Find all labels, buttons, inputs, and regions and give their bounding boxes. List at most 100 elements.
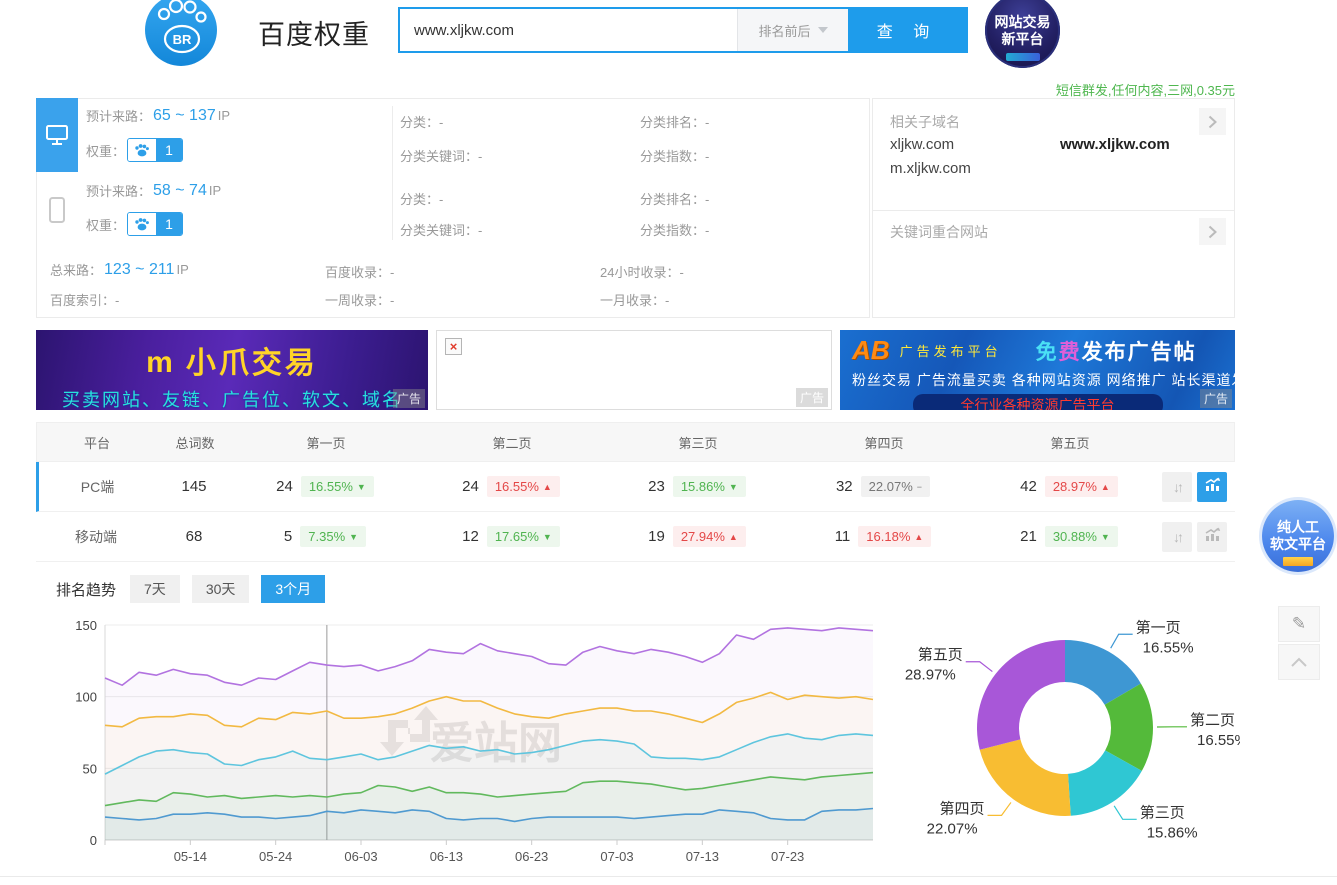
pct-badge: 16.18% ▲ [858,526,931,547]
side-panel-divider [872,210,1235,211]
pc-weight: 权重： 1 [86,138,183,162]
feedback-button[interactable]: ✎ [1278,606,1320,642]
ad-banner-xiaozhua[interactable]: m小爪交易 买卖网站、友链、广告位、软文、域名 广告 [36,330,428,410]
overview-divider [392,106,393,240]
page-count-cell: 1217.65% ▼ [418,526,604,547]
col-platform: 平台 [37,433,157,452]
mobile-platform-indicator[interactable] [36,172,78,248]
chart-toggle-button[interactable] [1197,472,1227,502]
rank-order-dropdown[interactable]: 排名前后 [737,9,848,51]
keyword-table-body: PC端1452416.55% ▼2416.55% ▲2315.86% ▼3222… [36,462,1235,562]
keyword-overlap-title: 关键词重合网站 [890,222,988,242]
trend-up-icon: ▲ [729,532,738,542]
page-count-cell: 2315.86% ▼ [604,476,790,497]
x-tick-label: 06-03 [344,849,377,864]
trend-up-icon: ▲ [543,482,552,492]
paw-logo-icon: BR [145,0,217,66]
x-tick-label: 07-23 [771,849,804,864]
baidu-index: 百度索引：- [50,290,119,309]
mobile-category: 分类：- [400,189,443,208]
donut-value: 28.97% [905,667,956,684]
sort-toggle-button[interactable]: ↓↑ [1162,522,1192,552]
svg-text:0: 0 [90,833,97,848]
site-logo[interactable]: BR [145,0,217,66]
query-button[interactable]: 查 询 [848,9,966,51]
page-count-cell: 2416.55% ▼ [232,476,418,497]
ad3-platform: 广告发布平台 [900,341,1002,360]
ad-tag: 广告 [796,388,828,407]
h24-collect: 24小时收录：- [600,262,684,281]
week-collect: 一周收录：- [325,290,394,309]
ad3-headline: 免费发布广告帖 [1036,336,1197,366]
donut-value: 15.86% [1147,824,1198,841]
trend-down-icon: ▼ [357,482,366,492]
mobile-category-rank: 分类排名：- [640,189,709,208]
svg-text:50: 50 [83,761,97,776]
back-to-top-button[interactable] [1278,644,1320,680]
platform-cell: PC端 [39,477,156,497]
pc-category-rank: 分类排名：- [640,112,709,131]
donut-label: 第三页 [1140,803,1185,821]
smartphone-icon [48,196,66,224]
subdomain-link-2[interactable]: www.xljkw.com [1060,136,1170,153]
trend-down-icon: ▼ [1101,532,1110,542]
month-collect: 一月收录：- [600,290,669,309]
monitor-icon [45,124,69,146]
related-subdomain-more-button[interactable] [1199,108,1226,135]
site-trade-badge[interactable]: 网站交易 新平台 [985,0,1060,68]
ad1-tagline: 买卖网站、友链、广告位、软文、域名 [36,386,428,410]
mobile-category-index: 分类指数：- [640,220,709,239]
table-row[interactable]: PC端1452416.55% ▼2416.55% ▲2315.86% ▼3222… [36,462,1235,512]
trend-down-icon: ▼ [543,532,552,542]
tab-30days[interactable]: 30天 [192,575,250,603]
chart-toggle-button[interactable] [1197,522,1227,552]
page-root: BR 百度权重 排名前后 查 询 网站交易 新平台 短信群发,任何内容,三网,0… [0,0,1337,885]
ad-banner-ab-platform[interactable]: AB 广告发布平台 免费发布广告帖 粉丝交易 广告流量买卖 各种网站资源 网络推… [840,330,1235,410]
pc-category-keywords: 分类关键词：- [400,146,482,165]
pc-category-index: 分类指数：- [640,146,709,165]
total-words-cell: 145 [156,478,232,495]
donut-label-line-2 [1114,806,1137,820]
pct-badge: 30.88% ▼ [1045,526,1118,547]
ad-banner-empty[interactable]: × 广告 [436,330,832,410]
ad3-footer: 全行业各种资源广告平台 [913,394,1163,410]
page-count-cell: 1116.18% ▲ [790,526,976,547]
caret-down-icon [818,27,828,33]
pc-platform-indicator[interactable] [36,98,78,172]
trend-flat-icon: − [917,482,922,492]
subdomain-link-1[interactable]: xljkw.com [890,136,954,153]
pc-weight-badge[interactable]: 1 [127,138,183,162]
col-page-2: 第二页 [419,433,605,452]
donut-label-line-0 [1111,634,1133,648]
sms-promo-link[interactable]: 短信群发,任何内容,三网,0.35元 [1045,80,1235,99]
subdomain-link-3[interactable]: m.xljkw.com [890,160,971,177]
tab-3months[interactable]: 3个月 [261,575,325,603]
overview-panel [36,98,870,318]
x-tick-label: 06-23 [515,849,548,864]
keyword-rank-table: 平台 总词数 第一页 第二页 第三页 第四页 第五页 PC端1452416.55… [36,422,1235,562]
badge-glow [1006,53,1040,61]
donut-label-line-3 [988,802,1011,815]
tab-7days[interactable]: 7天 [130,575,180,603]
donut-label: 第一页 [1136,618,1181,636]
sort-toggle-button[interactable]: ↓↑ [1162,472,1192,502]
svg-text:BR: BR [173,32,192,47]
trend-down-icon: ▼ [349,532,358,542]
x-tick-label: 05-24 [259,849,292,864]
mobile-weight-badge[interactable]: 1 [127,212,183,236]
keyword-overlap-more-button[interactable] [1199,218,1226,245]
pct-badge: 16.55% ▲ [487,476,560,497]
table-row[interactable]: 移动端6857.35% ▼1217.65% ▼1927.94% ▲1116.18… [36,512,1235,562]
sort-arrows-icon: ↓↑ [1173,529,1181,545]
page-count-cell: 1927.94% ▲ [604,526,790,547]
page-count-cell: 57.35% ▼ [232,526,418,547]
donut-value: 16.55% [1197,732,1240,749]
soft-article-badge[interactable]: 纯人工 软文平台 [1262,500,1334,572]
sort-arrows-icon: ↓↑ [1173,479,1181,495]
pc-category: 分类：- [400,112,443,131]
x-tick-label: 07-13 [686,849,719,864]
pct-badge: 22.07% − [861,476,930,497]
search-input[interactable] [400,9,737,51]
pct-badge: 15.86% ▼ [673,476,746,497]
paw-icon [128,139,156,161]
